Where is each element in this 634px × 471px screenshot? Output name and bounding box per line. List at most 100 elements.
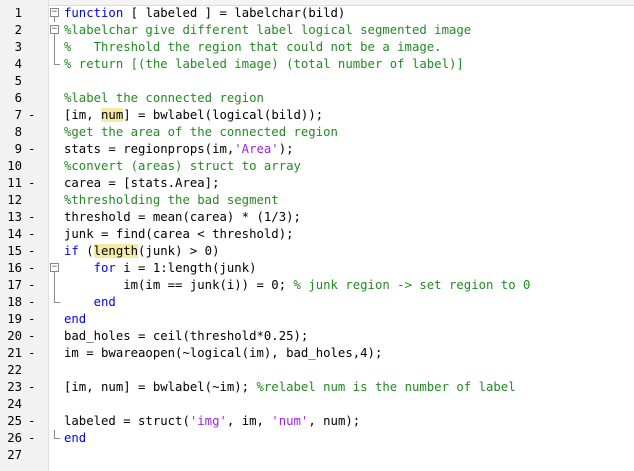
code-line[interactable]: 14- junk = find(carea < threshold);	[0, 226, 634, 243]
code-keyword: function	[64, 6, 124, 20]
breakpoint-marker[interactable]: -	[28, 209, 38, 226]
code-line[interactable]: 7- [im, num] = bwlabel(logical(bild));	[0, 107, 634, 124]
line-number: 19	[7, 312, 22, 326]
code-text[interactable]: junk = find(carea < threshold);	[64, 226, 294, 243]
breakpoint-marker[interactable]: -	[28, 413, 38, 430]
breakpoint-marker[interactable]: -	[28, 243, 38, 260]
code-text[interactable]: function [ labeled ] = labelchar(bild)	[64, 5, 345, 22]
code-comment: %relabel num is the number of label	[256, 380, 516, 394]
code-line[interactable]: 17- im(im == junk(i)) = 0; % junk region…	[0, 277, 634, 294]
code-line[interactable]: 20- bad_holes = ceil(threshold*0.25);	[0, 328, 634, 345]
code-line[interactable]: 19- end	[0, 311, 634, 328]
fold-end-marker	[49, 56, 61, 73]
code-line[interactable]: 9- stats = regionprops(im,'Area');	[0, 141, 634, 158]
breakpoint-marker[interactable]: -	[28, 226, 38, 243]
code-line[interactable]: 4 % return [(the labeled image) (total nu…	[0, 56, 634, 73]
code-text[interactable]: labeled = struct('img', im, 'num', num);	[64, 413, 360, 430]
code-string: 'img'	[189, 414, 227, 428]
breakpoint-marker[interactable]: -	[28, 328, 38, 345]
breakpoint-marker[interactable]: -	[28, 294, 38, 311]
code-line[interactable]: 25- labeled = struct('img', im, 'num', nu…	[0, 413, 634, 430]
code-line[interactable]: 12 %thresholding the bad segment	[0, 192, 634, 209]
line-number: 20	[7, 329, 22, 343]
code-text[interactable]: [im, num] = bwlabel(~im); %relabel num i…	[64, 379, 516, 396]
code-token: im(im == junk(i)) = 0;	[64, 278, 294, 292]
code-text[interactable]: %labelchar give different label logical …	[64, 22, 471, 39]
code-token: threshold = mean(carea) * (1/3);	[64, 210, 301, 224]
code-token: stats = regionprops(im,	[64, 142, 235, 156]
code-text[interactable]: %label the connected region	[64, 90, 264, 107]
breakpoint-marker[interactable]: -	[28, 311, 38, 328]
code-line[interactable]: 11- carea = [stats.Area];	[0, 175, 634, 192]
code-line[interactable]: 8 %get the area of the connected region	[0, 124, 634, 141]
code-line[interactable]: 26- end	[0, 430, 634, 447]
highlighted-token: length	[93, 244, 139, 258]
code-text[interactable]: im = bwareaopen(~logical(im), bad_holes,…	[64, 345, 382, 362]
code-text[interactable]: %thresholding the bad segment	[64, 192, 279, 209]
code-text[interactable]: if (length(junk) > 0)	[64, 243, 219, 260]
code-token: , im,	[226, 414, 272, 428]
code-text[interactable]: end	[64, 294, 116, 311]
code-text[interactable]: %convert (areas) struct to array	[64, 158, 301, 175]
line-number: 11	[7, 176, 22, 190]
fold-collapse-icon[interactable]: −	[49, 260, 61, 277]
code-text[interactable]: % return [(the labeled image) (total num…	[64, 56, 464, 73]
code-text[interactable]: end	[64, 430, 86, 447]
code-line[interactable]: 22	[0, 362, 634, 379]
code-token: [im, num] = bwlabel(~im);	[64, 380, 257, 394]
highlighted-token: num	[101, 108, 124, 122]
breakpoint-marker[interactable]: -	[28, 175, 38, 192]
code-keyword: for	[93, 261, 116, 275]
fold-collapse-icon[interactable]: −	[49, 5, 61, 22]
breakpoint-marker[interactable]: -	[28, 345, 38, 362]
code-line[interactable]: 24	[0, 396, 634, 413]
code-line[interactable]: 16- − for i = 1:length(junk)	[0, 260, 634, 277]
code-text[interactable]: end	[64, 311, 86, 328]
code-text[interactable]: threshold = mean(carea) * (1/3);	[64, 209, 301, 226]
breakpoint-marker[interactable]: -	[28, 379, 38, 396]
code-line[interactable]: 15- if (length(junk) > 0)	[0, 243, 634, 260]
code-text[interactable]: bad_holes = ceil(threshold*0.25);	[64, 328, 308, 345]
line-number: 2	[14, 23, 22, 37]
code-editor[interactable]: 1− function [ labeled ] = labelchar(bild)…	[0, 0, 634, 471]
code-text[interactable]: [im, num] = bwlabel(logical(bild));	[64, 107, 323, 124]
code-line[interactable]: 27	[0, 447, 634, 464]
code-token: , num);	[308, 414, 361, 428]
code-line[interactable]: 21- im = bwareaopen(~logical(im), bad_hol…	[0, 345, 634, 362]
code-line[interactable]: 3 % Threshold the region that could not b…	[0, 39, 634, 56]
code-line[interactable]: 5	[0, 73, 634, 90]
code-token: junk = find(carea < threshold);	[64, 227, 294, 241]
code-comment: % Threshold the region that could not be…	[64, 40, 442, 54]
code-line[interactable]: 2 − %labelchar give different label logica…	[0, 22, 634, 39]
breakpoint-marker[interactable]: -	[28, 107, 38, 124]
code-keyword: end	[64, 431, 87, 445]
fold-end-marker	[49, 294, 61, 311]
code-text[interactable]: stats = regionprops(im,'Area');	[64, 141, 294, 158]
breakpoint-marker[interactable]: -	[28, 260, 38, 277]
code-line[interactable]: 10 %convert (areas) struct to array	[0, 158, 634, 175]
code-text[interactable]: %get the area of the connected region	[64, 124, 338, 141]
line-number: 13	[7, 210, 22, 224]
breakpoint-marker[interactable]: -	[28, 277, 38, 294]
breakpoint-marker[interactable]: -	[28, 141, 38, 158]
code-text[interactable]: for i = 1:length(junk)	[64, 260, 257, 277]
code-token: i = 1:length(junk)	[115, 261, 257, 275]
code-token: carea = [stats.Area];	[64, 176, 220, 190]
code-line[interactable]: 18- end	[0, 294, 634, 311]
code-line[interactable]: 23- [im, num] = bwlabel(~im); %relabel nu…	[0, 379, 634, 396]
code-string: 'Area'	[234, 142, 279, 156]
code-string: 'num'	[271, 414, 309, 428]
line-number: 25	[7, 414, 22, 428]
code-text[interactable]: % Threshold the region that could not be…	[64, 39, 442, 56]
line-number: 6	[14, 91, 22, 105]
code-line[interactable]: 13- threshold = mean(carea) * (1/3);	[0, 209, 634, 226]
code-line[interactable]: 1 − function [ labeled ] = labelchar(bild)	[0, 5, 634, 22]
code-line[interactable]: 6 %label the connected region	[0, 90, 634, 107]
line-number: 21	[7, 346, 22, 360]
code-text[interactable]: carea = [stats.Area];	[64, 175, 219, 192]
code-text[interactable]: im(im == junk(i)) = 0; % junk region -> …	[64, 277, 530, 294]
line-number: 15	[7, 244, 22, 258]
breakpoint-marker[interactable]: -	[28, 430, 38, 447]
fold-collapse-icon[interactable]: −	[49, 22, 61, 39]
